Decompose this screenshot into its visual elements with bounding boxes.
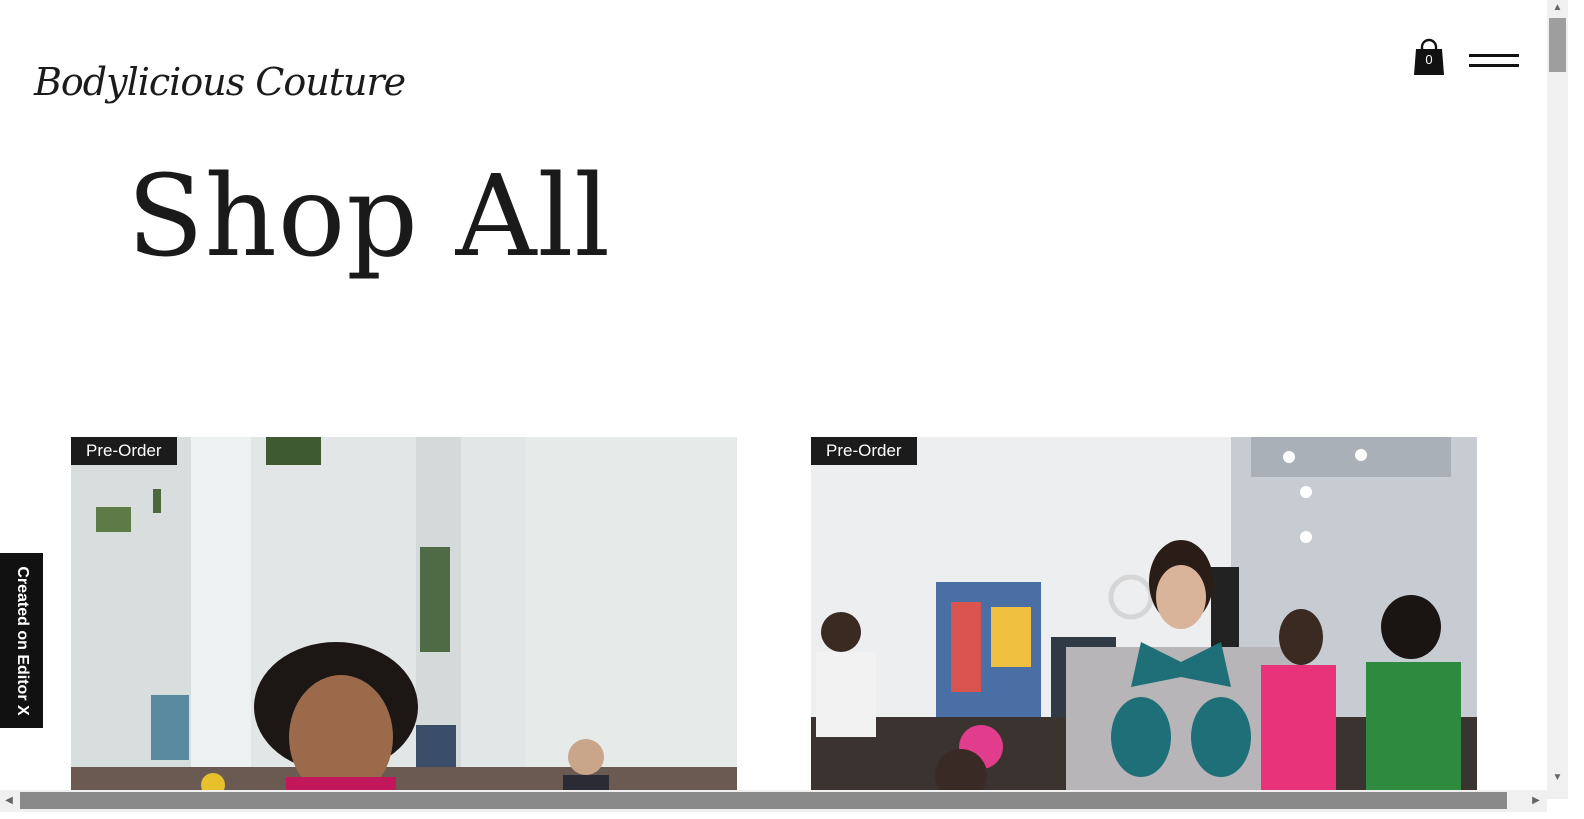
horizontal-scrollbar[interactable]: ◀ ▶ <box>0 790 1547 812</box>
product-image <box>811 437 1477 799</box>
scroll-left-icon[interactable]: ◀ <box>0 790 18 812</box>
pre-order-badge: Pre-Order <box>71 437 177 465</box>
scrollbar-corner <box>1547 799 1584 819</box>
scroll-right-icon[interactable]: ▶ <box>1527 790 1545 812</box>
product-card-1[interactable]: Pre-Order <box>71 437 737 799</box>
vertical-scrollbar-thumb[interactable] <box>1549 18 1566 72</box>
vertical-scrollbar[interactable]: ▲ ▼ <box>1547 0 1568 799</box>
site-logo[interactable]: Bodylicious Couture <box>34 60 406 104</box>
cart-button[interactable]: 0 <box>1412 38 1448 76</box>
cart-count: 0 <box>1425 52 1433 67</box>
product-image <box>71 437 737 799</box>
pre-order-badge: Pre-Order <box>811 437 917 465</box>
page-title: Shop All <box>127 152 612 282</box>
scroll-up-icon[interactable]: ▲ <box>1547 0 1568 16</box>
created-on-editor-x-badge[interactable]: Created on Editor X <box>0 553 43 728</box>
scroll-down-icon[interactable]: ▼ <box>1547 770 1568 786</box>
hamburger-menu-icon[interactable] <box>1469 54 1519 70</box>
editor-x-label: Created on Editor X <box>13 565 31 716</box>
product-card-2[interactable]: Pre-Order <box>811 437 1477 799</box>
horizontal-scrollbar-thumb[interactable] <box>20 792 1507 809</box>
page: Bodylicious Couture 0 Shop All Pre-Order… <box>0 0 1564 799</box>
